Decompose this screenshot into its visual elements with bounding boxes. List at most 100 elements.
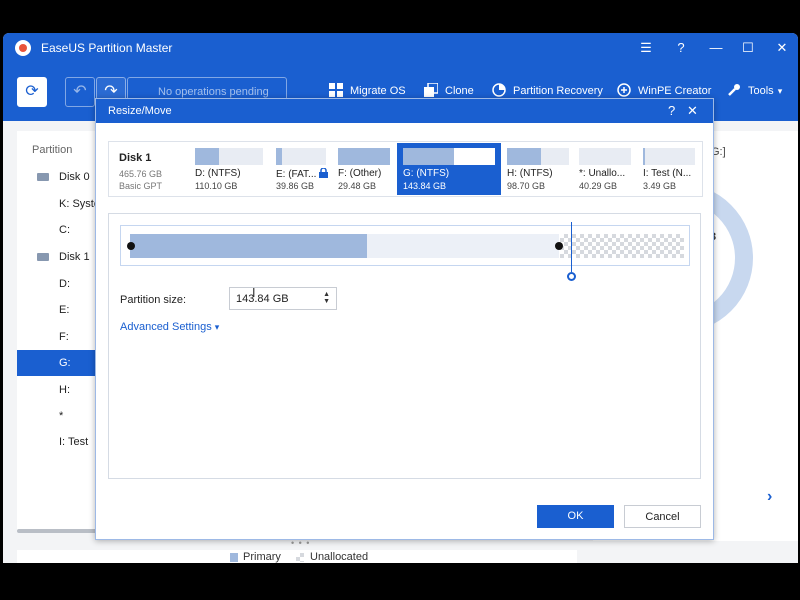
partition-usage-fill	[338, 148, 390, 165]
partition-block-h[interactable]: H: (NTFS) 98.70 GB	[507, 143, 571, 195]
partition-usage-bar	[276, 148, 326, 165]
winpe-creator-label: WinPE Creator	[638, 85, 712, 97]
clone-icon	[424, 83, 438, 97]
partition-block-i[interactable]: I: Test (N... 3.49 GB	[643, 143, 697, 195]
refresh-button[interactable]: ⟳	[17, 77, 47, 107]
free-space-bar	[367, 234, 559, 258]
dialog-title-bar: Resize/Move ? ✕	[96, 99, 713, 123]
dialog-title: Resize/Move	[108, 105, 172, 117]
sidebar-item-label: Disk 0	[59, 171, 90, 183]
stepper-arrows[interactable]: ▲ ▼	[323, 291, 330, 305]
partition-name: D: (NTFS)	[195, 168, 241, 179]
title-bar: EaseUS Partition Master ☰ ? — ☐ ✕	[3, 33, 798, 63]
sidebar-item-label: F:	[59, 331, 69, 343]
stepper-up-icon[interactable]: ▲	[323, 291, 330, 298]
partition-usage-bar	[507, 148, 569, 165]
partition-size: 39.86 GB	[276, 181, 315, 191]
partition-recovery-icon	[492, 83, 506, 97]
drag-knob[interactable]	[567, 272, 576, 281]
migrate-os-button[interactable]: Migrate OS	[329, 83, 406, 97]
used-space-bar	[130, 234, 367, 258]
partition-usage-fill	[195, 148, 219, 165]
minimize-icon[interactable]: —	[706, 38, 726, 58]
partition-name: *: Unallo...	[579, 168, 626, 179]
winpe-creator-icon	[617, 83, 631, 97]
partition-usage-fill	[643, 148, 646, 165]
sidebar-item-label: D:	[59, 278, 70, 290]
partition-block-d[interactable]: D: (NTFS) 110.10 GB	[195, 143, 265, 195]
sidebar-item-label: *	[59, 410, 64, 422]
cancel-button[interactable]: Cancel	[624, 505, 701, 528]
dialog-help-icon[interactable]: ?	[668, 103, 675, 118]
legend-unallocated: Unallocated	[310, 551, 369, 563]
chevron-down-icon: ▾	[777, 86, 783, 96]
partition-usage-bar	[403, 148, 495, 165]
legend-bar: Primary Unallocated	[17, 550, 577, 563]
clone-button[interactable]: Clone	[424, 83, 474, 97]
left-resize-handle[interactable]	[127, 242, 135, 250]
text-cursor-icon: Ⅰ	[252, 286, 256, 300]
partition-block-e[interactable]: E: (FAT... 39.86 GB	[276, 143, 329, 195]
legend-primary: Primary	[243, 551, 281, 563]
partition-name: E: (FAT...	[276, 167, 329, 180]
partition-usage-fill	[276, 148, 282, 165]
partition-name: G: (NTFS)	[403, 168, 450, 179]
dialog-close-icon[interactable]: ✕	[687, 103, 698, 119]
sidebar-item-label: Disk 1	[59, 251, 90, 263]
stepper-down-icon[interactable]: ▼	[323, 298, 330, 305]
partition-usage-bar	[338, 148, 390, 165]
partition-usage-bar	[643, 148, 695, 165]
partition-recovery-label: Partition Recovery	[513, 85, 603, 97]
resize-slider[interactable]	[120, 222, 690, 281]
sidebar-item-label: I: Test	[59, 436, 89, 448]
migrate-os-icon	[329, 83, 343, 97]
advanced-settings-link[interactable]: Advanced Settings ▾	[120, 321, 219, 333]
partition-size-input[interactable]: 143.84 GB	[236, 293, 289, 305]
drag-guide-line	[571, 222, 572, 272]
partition-name-text: E: (FAT...	[276, 169, 317, 180]
undo-button[interactable]: ↶	[65, 77, 95, 107]
partition-size: 3.49 GB	[643, 181, 677, 191]
partition-recovery-button[interactable]: Partition Recovery	[492, 83, 603, 97]
sidebar-item-label: C:	[59, 224, 70, 236]
unallocated-space-bar	[560, 234, 684, 258]
partition-size: 40.29 GB	[579, 181, 618, 191]
partition-block-f[interactable]: F: (Other) 29.48 GB	[338, 143, 392, 195]
lock-icon	[319, 167, 329, 178]
disk-map: Disk 1 465.76 GB Basic GPT D: (NTFS) 110…	[108, 141, 703, 197]
resize-move-dialog: Resize/Move ? ✕ Disk 1 465.76 GB Basic G…	[95, 98, 714, 540]
advanced-settings-label: Advanced Settings	[120, 321, 212, 333]
disk-size: 465.76 GB	[119, 169, 163, 179]
right-resize-handle[interactable]	[555, 242, 563, 250]
partition-size: 98.70 GB	[507, 181, 546, 191]
unallocated-swatch	[296, 553, 304, 562]
menu-icon[interactable]: ☰	[636, 38, 656, 58]
partition-size-stepper[interactable]: 143.84 GB ▲ ▼	[229, 287, 337, 310]
maximize-icon[interactable]: ☐	[738, 38, 758, 58]
partition-size-label: Partition size:	[120, 294, 187, 306]
close-window-icon[interactable]: ✕	[772, 38, 792, 58]
help-icon[interactable]: ?	[671, 38, 691, 58]
tools-button[interactable]: Tools ▾	[727, 83, 782, 97]
ok-button[interactable]: OK	[537, 505, 614, 528]
migrate-os-label: Migrate OS	[350, 85, 406, 97]
partition-block-unallocated[interactable]: *: Unallo... 40.29 GB	[579, 143, 634, 195]
partition-usage-fill	[507, 148, 542, 165]
disk-icon	[37, 253, 49, 261]
disk-type: Basic GPT	[119, 181, 163, 191]
sidebar-scrollbar[interactable]	[17, 529, 97, 533]
primary-swatch	[230, 553, 238, 562]
clone-label: Clone	[445, 85, 474, 97]
sidebar-item-label: G:	[59, 357, 71, 369]
resize-panel: Partition size: 143.84 GB ▲ ▼ Ⅰ Advanced …	[108, 213, 701, 479]
disk-icon	[37, 173, 49, 181]
tools-label: Tools	[748, 85, 774, 97]
partition-name: F: (Other)	[338, 168, 382, 179]
sidebar-header: Partition	[32, 144, 73, 156]
partition-block-g[interactable]: G: (NTFS) 143.84 GB	[397, 143, 501, 195]
winpe-creator-button[interactable]: WinPE Creator	[617, 83, 711, 97]
app-title: EaseUS Partition Master	[41, 41, 173, 55]
partition-usage-fill	[403, 148, 454, 165]
partition-usage-bar	[195, 148, 263, 165]
chevron-right-icon[interactable]: ›	[767, 488, 772, 506]
